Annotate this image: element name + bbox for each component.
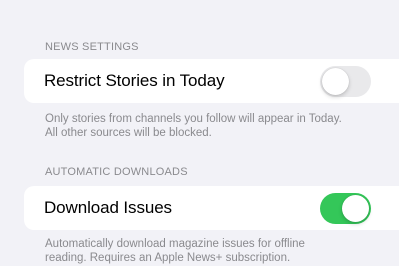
toggle-knob	[322, 68, 349, 95]
automatic-downloads-header: AUTOMATIC DOWNLOADS	[45, 166, 188, 178]
footer-line: Only stories from channels you follow wi…	[45, 113, 342, 125]
download-issues-row: Download Issues	[24, 186, 399, 230]
automatic-downloads-footer: Automatically download magazine issues f…	[45, 237, 385, 265]
restrict-stories-row: Restrict Stories in Today	[24, 59, 399, 103]
download-issues-label: Download Issues	[44, 198, 172, 217]
download-issues-toggle[interactable]	[320, 193, 371, 224]
footer-line: Automatically download magazine issues f…	[45, 238, 305, 250]
restrict-stories-toggle[interactable]	[320, 66, 371, 97]
settings-screen: NEWS SETTINGS Restrict Stories in Today …	[0, 0, 399, 266]
restrict-stories-label: Restrict Stories in Today	[44, 71, 225, 90]
toggle-knob	[342, 195, 369, 222]
footer-line: reading. Requires an Apple News+ subscri…	[45, 252, 291, 264]
news-settings-header: NEWS SETTINGS	[45, 41, 139, 53]
footer-line: All other sources will be blocked.	[45, 127, 212, 139]
news-settings-footer: Only stories from channels you follow wi…	[45, 112, 385, 140]
